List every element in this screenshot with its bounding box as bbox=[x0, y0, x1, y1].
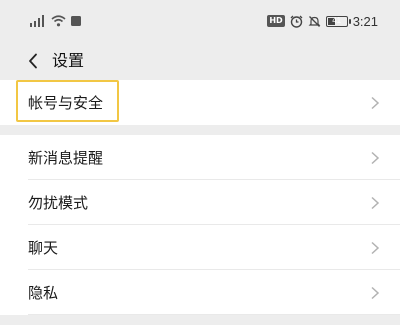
settings-item-privacy[interactable]: 隐私 bbox=[0, 270, 400, 315]
settings-item-account-security[interactable]: 帐号与安全 bbox=[0, 80, 400, 125]
battery-level: 41 bbox=[332, 15, 342, 25]
mute-icon bbox=[308, 15, 321, 27]
status-bar-left bbox=[30, 14, 81, 28]
status-time: 3:21 bbox=[352, 13, 378, 29]
signal-icon bbox=[30, 15, 44, 27]
hd-icon: HD bbox=[267, 15, 285, 27]
chevron-right-icon bbox=[371, 96, 380, 109]
back-chevron-icon bbox=[29, 53, 37, 69]
alarm-icon bbox=[290, 15, 303, 28]
battery-icon: 41 bbox=[325, 15, 351, 27]
notification-square-icon bbox=[71, 16, 81, 26]
page-title: 设置 bbox=[52, 51, 85, 70]
chevron-right-icon bbox=[371, 196, 380, 209]
settings-item-new-message-alerts[interactable]: 新消息提醒 bbox=[0, 135, 400, 180]
settings-item-label: 勿扰模式 bbox=[28, 194, 89, 212]
settings-item-label: 帐号与安全 bbox=[28, 94, 104, 112]
chevron-right-icon bbox=[371, 151, 380, 164]
chevron-right-icon bbox=[371, 286, 380, 299]
settings-item-do-not-disturb[interactable]: 勿扰模式 bbox=[0, 180, 400, 225]
back-button[interactable] bbox=[22, 50, 44, 72]
settings-item-chat[interactable]: 聊天 bbox=[0, 225, 400, 270]
wifi-icon bbox=[51, 15, 66, 27]
settings-item-label: 隐私 bbox=[28, 284, 59, 302]
status-bar: HD 41 3:21 bbox=[0, 0, 400, 40]
divider bbox=[28, 314, 400, 315]
chevron-right-icon bbox=[371, 241, 380, 254]
settings-item-label: 聊天 bbox=[28, 239, 59, 257]
nav-bar: 设置 bbox=[0, 40, 400, 80]
status-bar-right: HD 41 3:21 bbox=[267, 13, 378, 29]
settings-item-label: 新消息提醒 bbox=[28, 149, 104, 167]
